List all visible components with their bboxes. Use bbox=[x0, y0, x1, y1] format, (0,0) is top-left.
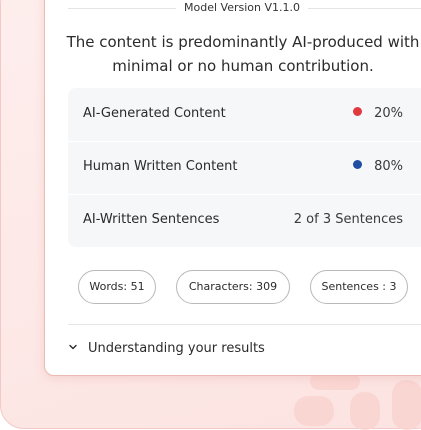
decorative-shape bbox=[350, 392, 380, 430]
verdict-line: minimal or no human contribution. bbox=[112, 57, 374, 75]
stat-label: Human Written Content bbox=[83, 159, 238, 174]
stat-label: AI-Written Sentences bbox=[83, 212, 220, 227]
stat-value: 2 of 3 Sentences bbox=[293, 212, 403, 227]
stat-value-text: 80% bbox=[374, 159, 403, 174]
section-divider bbox=[68, 324, 421, 325]
ai-dot-icon bbox=[353, 107, 363, 116]
understanding-results-label: Understanding your results bbox=[88, 341, 265, 356]
ai-detector-results: Model Version V1.1.0 The content is pred… bbox=[0, 0, 421, 430]
sentences-count-chip: Sentences : 3 bbox=[310, 270, 408, 304]
characters-count-chip: Characters: 309 bbox=[176, 270, 290, 304]
human-dot-icon bbox=[353, 160, 363, 169]
stat-value-text: 20% bbox=[374, 106, 403, 121]
stat-row-ai-sentences: AI-Written Sentences 2 of 3 Sentences bbox=[68, 194, 421, 247]
stat-value: 20% bbox=[268, 106, 403, 121]
chevron-down-icon bbox=[69, 344, 77, 350]
decorative-shape bbox=[294, 396, 334, 426]
stats-table: AI-Generated Content 20% Human Written C… bbox=[68, 88, 421, 247]
decorative-shape bbox=[392, 380, 421, 430]
model-version-label: Model Version V1.1.0 bbox=[176, 0, 308, 16]
stat-value: 80% bbox=[268, 159, 403, 174]
stat-label: AI-Generated Content bbox=[83, 106, 226, 121]
verdict-line: The content is predominantly AI-produced… bbox=[66, 33, 420, 51]
words-count-chip: Words: 51 bbox=[78, 270, 156, 304]
stat-row-human-written: Human Written Content 80% bbox=[68, 141, 421, 195]
understanding-results-toggle[interactable]: Understanding your results bbox=[68, 341, 265, 359]
verdict-text: The content is predominantly AI-produced… bbox=[60, 30, 421, 78]
stat-row-ai-generated: AI-Generated Content 20% bbox=[68, 88, 421, 142]
